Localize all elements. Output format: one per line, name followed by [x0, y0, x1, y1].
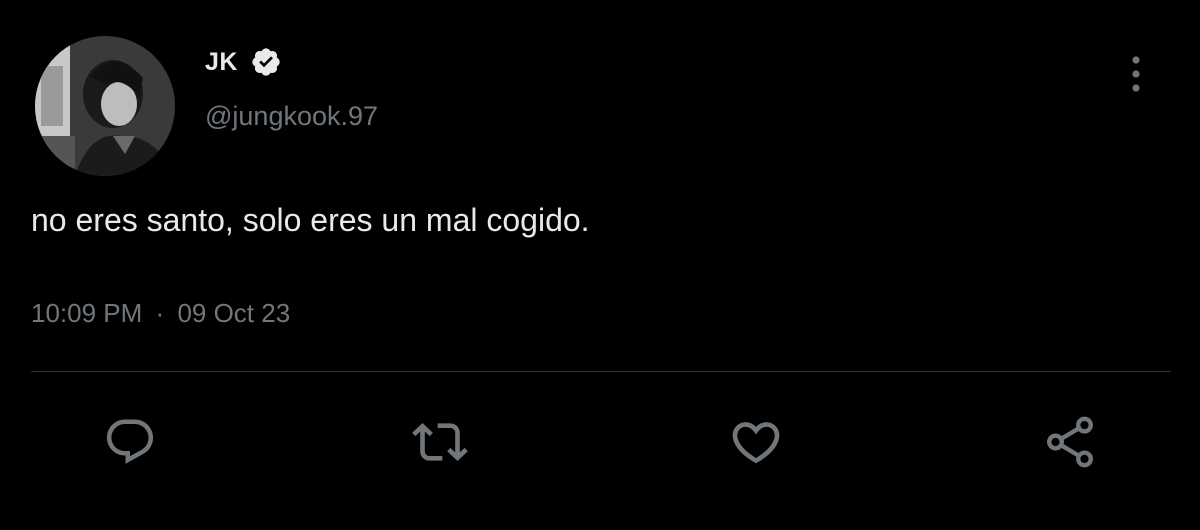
author-name-row: JK — [205, 44, 282, 80]
avatar[interactable] — [35, 36, 175, 176]
retweet-icon — [412, 423, 468, 461]
reply-icon — [106, 419, 154, 464]
tweet-time[interactable]: 10:09 PM — [31, 298, 142, 328]
display-name[interactable]: JK — [205, 48, 238, 77]
divider — [31, 371, 1171, 372]
like-button[interactable] — [726, 412, 786, 472]
share-icon — [1047, 416, 1093, 468]
reply-button[interactable] — [100, 412, 160, 472]
tweet-detail: JK @jungkook.97 no eres santo, solo eres… — [0, 0, 1200, 530]
verified-badge-icon — [250, 46, 282, 78]
author-handle[interactable]: @jungkook.97 — [205, 101, 378, 132]
share-button[interactable] — [1040, 412, 1100, 472]
more-options-icon[interactable] — [1122, 52, 1150, 96]
retweet-button[interactable] — [410, 412, 470, 472]
profile-photo-icon — [35, 36, 175, 176]
heart-icon — [732, 422, 780, 464]
timestamp-separator: · — [155, 298, 165, 328]
tweet-date[interactable]: 09 Oct 23 — [177, 298, 290, 328]
tweet-timestamp: 10:09 PM · 09 Oct 23 — [31, 298, 290, 329]
tweet-text: no eres santo, solo eres un mal cogido. — [31, 202, 590, 238]
